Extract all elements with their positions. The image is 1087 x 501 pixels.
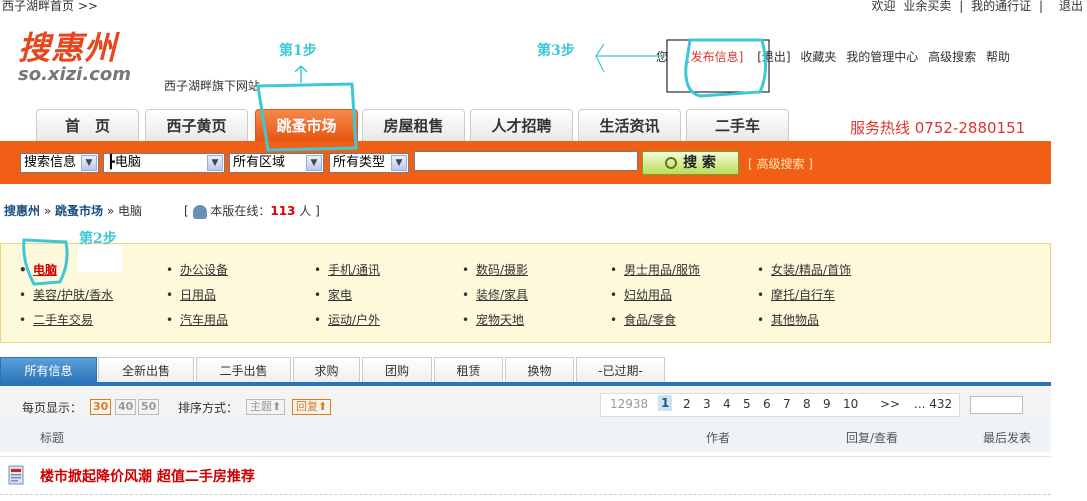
step3-highlight-icon <box>684 38 767 98</box>
step1-label: 第1步 <box>279 43 317 59</box>
step3-label: 第3步 <box>537 43 575 59</box>
publish-box-icon <box>666 39 770 93</box>
step2-label: 第2步 <box>79 231 117 247</box>
annotation-overlay <box>22 38 770 286</box>
step2-highlight-icon <box>22 238 69 286</box>
step3-arrow-icon <box>595 43 664 73</box>
step1-arrow-icon <box>294 65 308 83</box>
step1-highlight-icon <box>256 82 358 152</box>
